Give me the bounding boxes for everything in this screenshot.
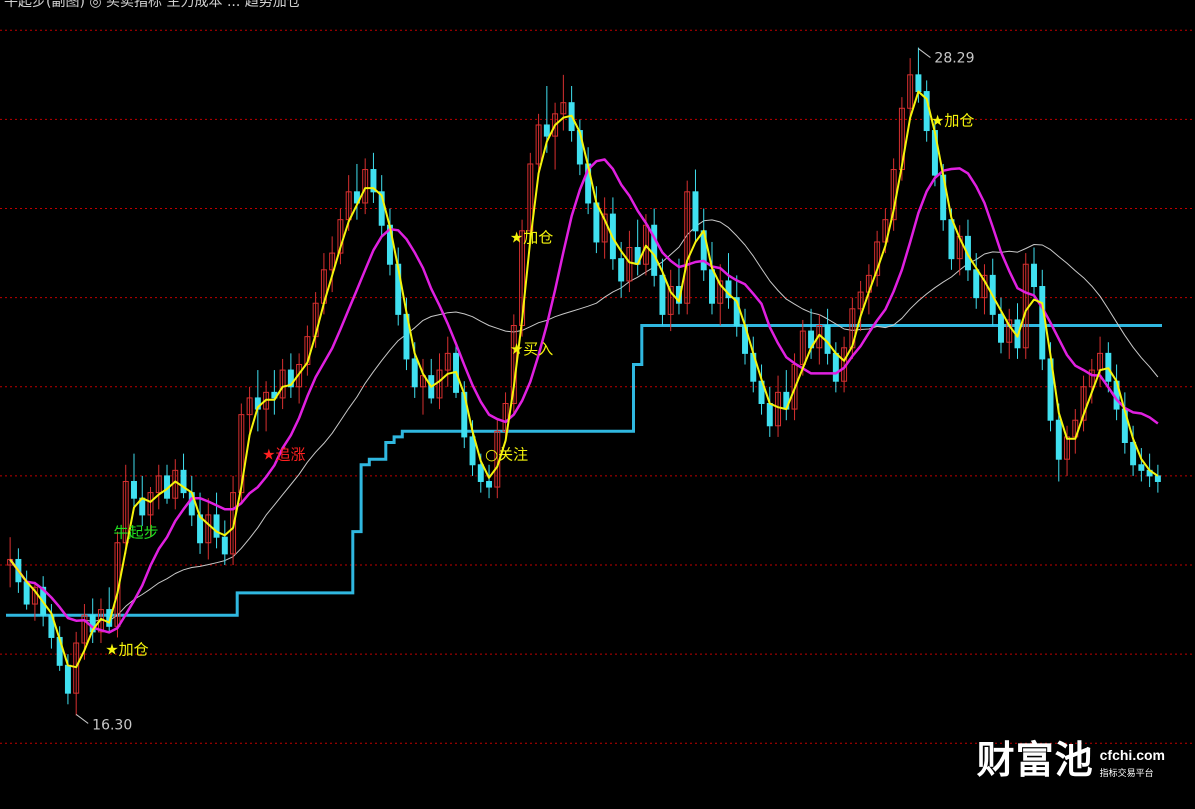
candle-body [543, 124, 550, 137]
signal-label: 牛起步 [113, 524, 158, 542]
candle-body [1130, 441, 1137, 466]
candle-body [1138, 464, 1145, 471]
low-pointer [75, 714, 89, 724]
candle-body [477, 464, 484, 482]
candle-body [948, 219, 955, 260]
candle-body [1039, 286, 1046, 360]
signal-label: ★加仓 [931, 111, 974, 129]
candlestick-chart-svg: 28.29 16.30 牛起步 ★加仓 ★追涨 ○关注 ★买入 ★加仓 ★加仓 [0, 29, 1195, 744]
candle-body [1055, 419, 1062, 460]
ma-slow-line [9, 219, 1159, 622]
indicator-header-text: 牛起步(副图) ◎ 买卖指标 主力成本 ... 趋势加仓 [4, 0, 301, 10]
price-chart[interactable]: 28.29 16.30 牛起步 ★加仓 ★追涨 ○关注 ★买入 ★加仓 ★加仓 [0, 0, 1195, 805]
candle-body [1031, 263, 1037, 288]
candle-body [692, 191, 699, 232]
candle-body [832, 352, 839, 382]
candle-body [766, 402, 773, 427]
candle-body [709, 269, 715, 304]
signal-label: ★追涨 [262, 446, 305, 464]
low-price-label: 16.30 [92, 717, 132, 733]
signal-label: ★买入 [510, 340, 553, 358]
candle-body [618, 258, 625, 282]
candle-body [64, 664, 71, 694]
watermark-right: cfchi.com 指标交易平台 [1100, 747, 1165, 779]
candle-body [221, 536, 228, 555]
signal-label: ○关注 [485, 446, 528, 464]
high-pointer [918, 48, 931, 58]
indicator-header: 牛起步(副图) ◎ 买卖指标 主力成本 ... 趋势加仓 [4, 0, 301, 11]
candle-body [659, 274, 666, 315]
watermark-domain: cfchi.com [1099, 747, 1165, 763]
candle-body [411, 358, 418, 388]
high-price-label: 28.29 [934, 51, 974, 67]
watermark-logo: 财富池 [976, 738, 1094, 782]
candle-body [1154, 475, 1161, 482]
signal-label: ★加仓 [510, 228, 553, 246]
watermark: 财富池 cfchi.com 指标交易平台 [977, 741, 1165, 779]
ma-mid-line [9, 158, 1159, 634]
candle-body [973, 269, 980, 299]
candle-body [486, 480, 493, 488]
candle-body [998, 313, 1004, 343]
candle-body [131, 480, 137, 499]
candle-body [593, 202, 600, 243]
watermark-subtitle: 指标交易平台 [1099, 769, 1154, 779]
signal-label: ★加仓 [105, 641, 148, 659]
candle-body [213, 514, 220, 538]
candle-body [915, 74, 922, 93]
